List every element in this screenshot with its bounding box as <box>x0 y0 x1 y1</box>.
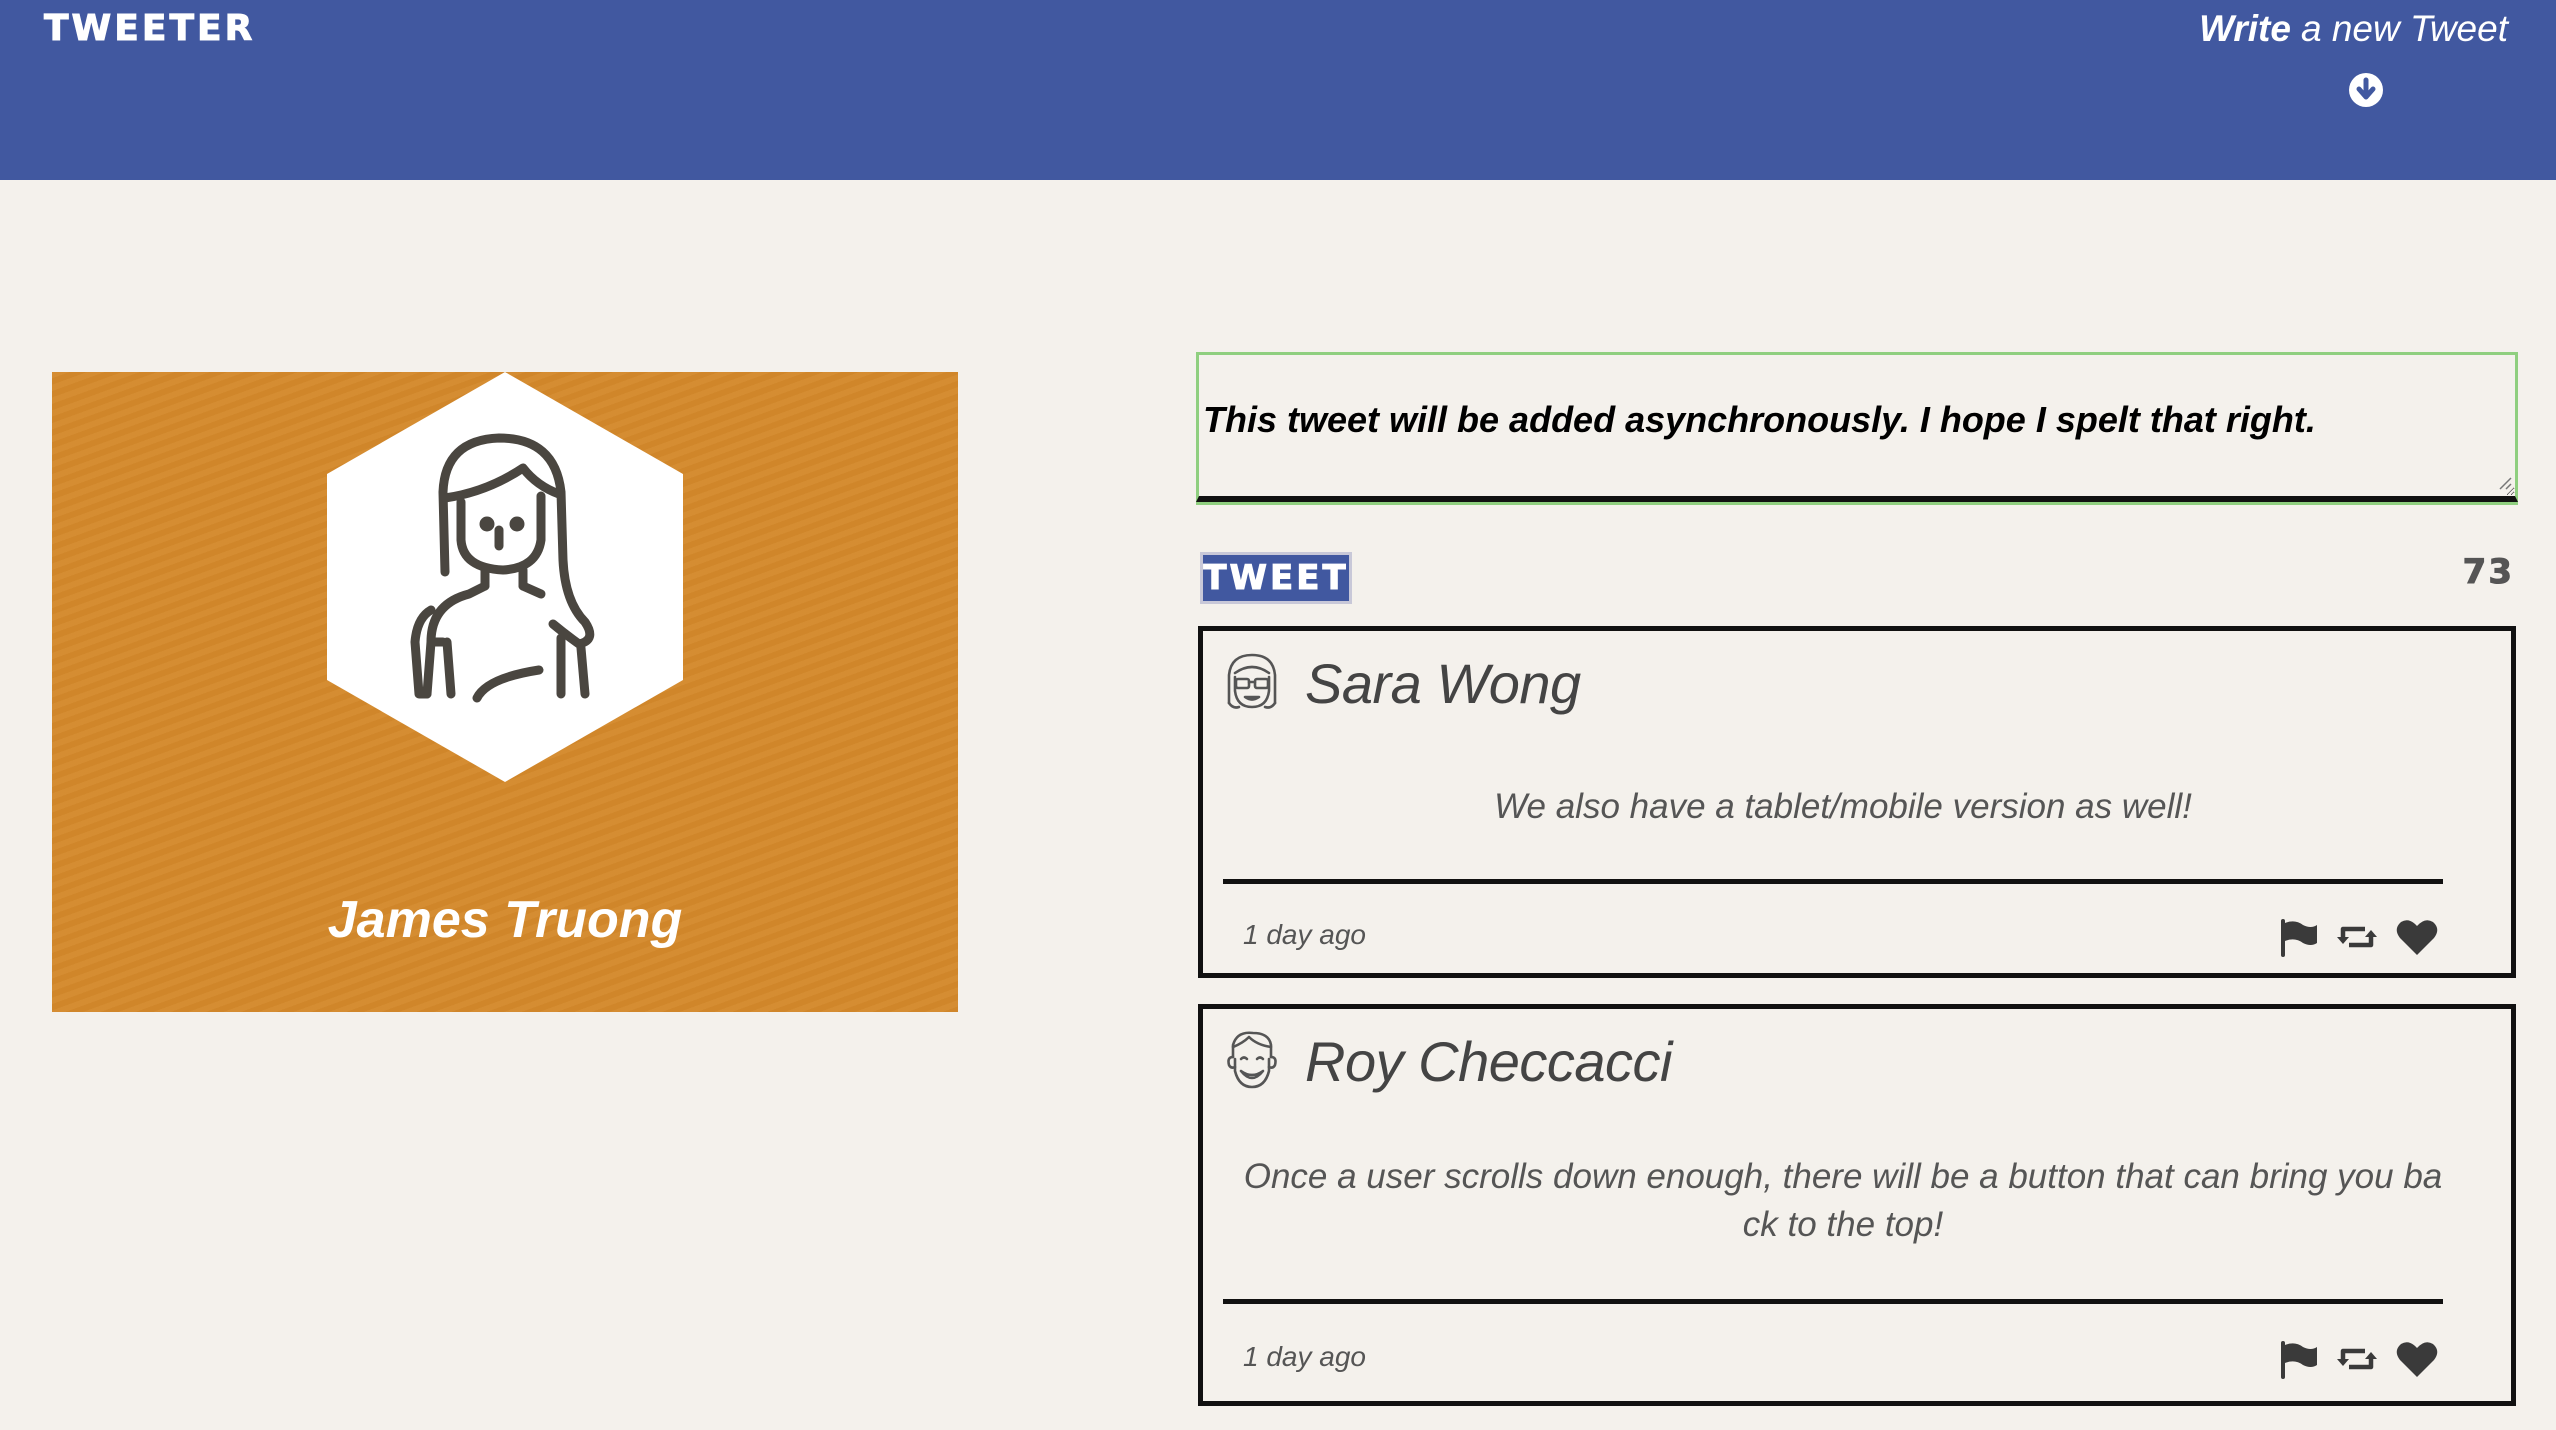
tweet-actions <box>2277 917 2447 957</box>
woman-avatar-icon <box>327 372 683 782</box>
retweet-icon[interactable] <box>2335 1339 2379 1379</box>
tweet-author[interactable]: Roy Checcacci <box>1305 1029 1672 1094</box>
flag-icon[interactable] <box>2277 917 2321 957</box>
heart-icon[interactable] <box>2395 917 2439 957</box>
flag-icon[interactable] <box>2277 1339 2321 1379</box>
arrow-circle-down-icon[interactable] <box>2348 72 2384 108</box>
tweet-card: Sara Wong We also have a tablet/mobile v… <box>1198 626 2516 978</box>
tweet-divider <box>1223 1299 2443 1304</box>
profile-name: James Truong <box>327 891 683 949</box>
write-new-tweet-label[interactable]: Write a new Tweet <box>2199 8 2508 50</box>
tweet-timestamp: 1 day ago <box>1243 1341 1366 1372</box>
heart-icon[interactable] <box>2395 1339 2439 1379</box>
woman-glasses-avatar-icon <box>1227 653 1277 709</box>
app-logo[interactable]: TWEETER <box>43 8 255 50</box>
retweet-icon[interactable] <box>2335 917 2379 957</box>
tweet-timestamp: 1 day ago <box>1243 919 1366 950</box>
write-new-tweet-toggle[interactable]: Write a new Tweet <box>2199 2 2530 122</box>
tweet-content: We also have a tablet/mobile version as … <box>1494 787 2192 826</box>
tweet-textarea[interactable]: This tweet will be added asynchronously.… <box>1196 352 2518 502</box>
character-counter: 73 <box>2462 552 2514 593</box>
tweet-actions <box>2277 1339 2447 1379</box>
tweet-content: Once a user scrolls down enough, there w… <box>1243 1157 2443 1244</box>
resize-handle-icon[interactable] <box>2496 474 2512 490</box>
tweet-author[interactable]: Sara Wong <box>1305 651 1581 716</box>
tweet-button[interactable]: TWEET <box>1200 552 1352 604</box>
tweet-divider <box>1223 879 2443 884</box>
tweet-card: Roy Checcacci Once a user scrolls down e… <box>1198 1004 2516 1406</box>
profile-card: James Truong <box>52 372 958 1012</box>
man-smiling-avatar-icon <box>1227 1031 1277 1089</box>
write-label-rest: a new Tweet <box>2300 8 2508 49</box>
write-label-bold: Write <box>2199 8 2291 49</box>
nav-bar: TWEETER Write a new Tweet <box>0 0 2556 180</box>
